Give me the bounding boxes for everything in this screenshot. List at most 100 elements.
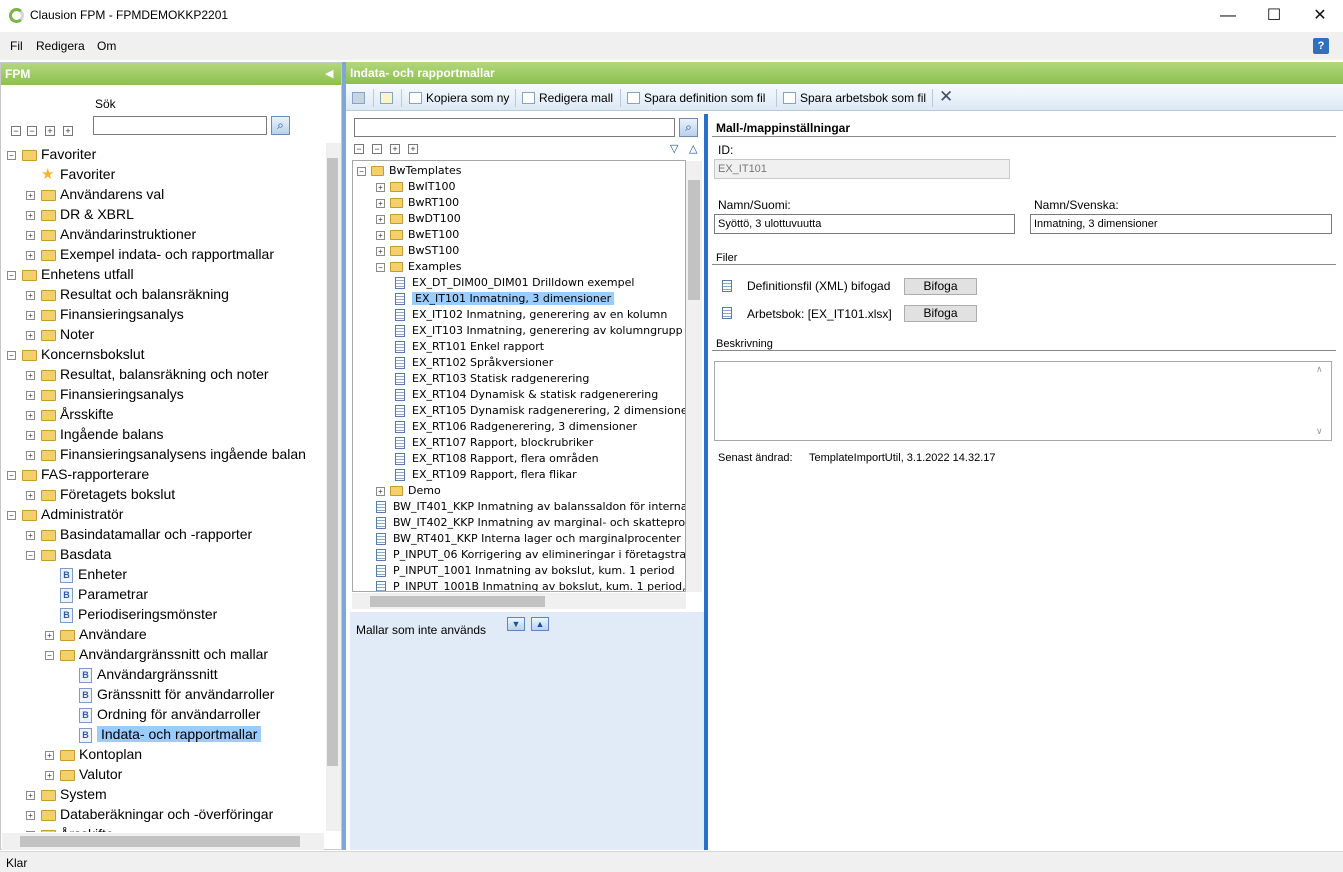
collapse-unused-icon[interactable]: ▲ [531,617,549,631]
nav-tree-item[interactable]: − Koncernsbokslut [7,344,145,364]
attach-definition-button[interactable]: Bifoga [904,278,977,295]
nav-tree-item[interactable]: B Parametrar [45,584,148,604]
save-definition-button[interactable]: Spara definition som fil [627,91,765,105]
sort-down-icon[interactable]: ▽ [670,142,678,155]
nav-tree-item[interactable]: B Enheter [45,564,127,584]
close-button[interactable]: ✕ [1297,0,1343,32]
expand-icon[interactable]: + [26,810,35,820]
expand-icon[interactable]: + [26,210,35,220]
template-tree-item[interactable]: BW_IT401_KKP Inmatning av balanssaldon f… [376,499,685,515]
nav-tree-item[interactable]: + Företagets bokslut [26,484,175,504]
collapse-panel-icon[interactable]: ◀ [325,67,333,80]
left-search-button[interactable]: ⌕ [271,116,290,135]
nav-tree-item[interactable]: ★ Favoriter [26,164,115,184]
template-tree-item[interactable]: EX_DT_DIM00_DIM01 Drilldown exempel [395,275,634,291]
template-tree-item[interactable]: EX_RT104 Dynamisk & statisk radgenererin… [395,387,658,403]
edit-template-button[interactable]: Redigera mall [522,91,613,105]
left-vertical-scroll-thumb[interactable] [327,158,338,766]
sort-up-icon[interactable]: △ [689,142,697,155]
expand-icon[interactable]: + [376,198,385,208]
collapse-level-icon[interactable]: − [27,126,37,136]
nav-tree-item[interactable]: + Databeräkningar och -överföringar [26,804,273,824]
template-tree-item[interactable]: + Demo [376,483,441,499]
template-tree-item[interactable]: P_INPUT_1001 Inmatning av bokslut, kum. … [376,563,675,579]
expand-icon[interactable]: + [26,430,35,440]
left-search-input[interactable] [93,116,267,135]
expand-icon[interactable]: + [26,450,35,460]
nav-tree-item[interactable]: + Resultat, balansräkning och noter [26,364,269,384]
nav-tree-item[interactable]: − FAS-rapporterare [7,464,149,484]
template-search-button[interactable]: ⌕ [679,118,698,137]
expand-icon[interactable]: + [376,246,385,256]
template-tree-item[interactable]: + BwST100 [376,243,459,259]
mid-expand-all-icon[interactable]: + [408,144,418,154]
mid-collapse-all-icon[interactable]: − [354,144,364,154]
collapse-icon[interactable]: − [7,510,16,520]
expand-icon[interactable]: + [376,182,385,192]
save-icon[interactable] [352,91,369,105]
expand-icon[interactable]: + [45,770,54,780]
nav-tree-item[interactable]: − Administratör [7,504,123,524]
nav-tree-item[interactable]: B Gränssnitt för användarroller [64,684,274,704]
expand-icon[interactable]: + [26,250,35,260]
collapse-icon[interactable]: − [7,150,16,160]
expand-unused-icon[interactable]: ▼ [507,617,525,631]
expand-icon[interactable]: + [376,214,385,224]
save-workbook-button[interactable]: Spara arbetsbok som fil [783,91,926,105]
expand-icon[interactable]: + [376,486,385,496]
expand-icon[interactable]: + [26,410,35,420]
collapse-all-icon[interactable]: − [11,126,21,136]
template-tree-item[interactable]: + BwIT100 [376,179,456,195]
template-tree-item[interactable]: EX_IT103 Inmatning, generering av kolumn… [395,323,683,339]
template-tree-item[interactable]: + BwDT100 [376,211,461,227]
expand-icon[interactable]: + [26,790,35,800]
expand-all-icon[interactable]: + [63,126,73,136]
template-tree-item[interactable]: EX_RT105 Dynamisk radgenerering, 2 dimen… [395,403,685,419]
template-tree-item[interactable]: EX_IT101 Inmatning, 3 dimensioner [395,291,615,307]
expand-icon[interactable]: + [376,230,385,240]
expand-icon[interactable]: + [26,290,35,300]
collapse-icon[interactable]: − [7,270,16,280]
collapse-icon[interactable]: − [376,262,385,272]
nav-tree-item[interactable]: + Valutor [45,764,122,784]
nav-tree-item[interactable]: + Resultat och balansräkning [26,284,229,304]
expand-icon[interactable]: + [26,530,35,540]
template-tree-item[interactable]: P_INPUT_1001B Inmatning av bokslut, kum.… [376,579,685,591]
template-tree-item[interactable]: EX_RT107 Rapport, blockrubriker [395,435,593,451]
expand-icon[interactable]: + [26,830,35,832]
nav-tree-item[interactable]: + Årsskifte [26,404,114,424]
textarea-scroll-up-icon[interactable]: ∧ [1316,364,1323,375]
expand-icon[interactable]: + [26,370,35,380]
copy-as-new-button[interactable]: Kopiera som ny [409,91,509,105]
delete-icon[interactable]: ✕ [939,87,953,107]
description-textarea[interactable] [714,361,1332,441]
template-tree-item[interactable]: + BwET100 [376,227,459,243]
nav-tree-item[interactable]: − Favoriter [7,144,96,164]
expand-level-icon[interactable]: + [45,126,55,136]
expand-icon[interactable]: + [26,330,35,340]
template-tree-item[interactable]: EX_RT102 Språkversioner [395,355,553,371]
nav-tree-item[interactable]: − Basdata [26,544,111,564]
template-tree-item[interactable]: EX_IT102 Inmatning, generering av en kol… [395,307,667,323]
nav-tree-item[interactable]: + Ingående balans [26,424,164,444]
name-sv-field[interactable]: Inmatning, 3 dimensioner [1030,214,1332,234]
nav-tree-item[interactable]: + Användarens val [26,184,164,204]
expand-icon[interactable]: + [45,630,54,640]
expand-icon[interactable]: + [26,310,35,320]
expand-icon[interactable]: + [26,490,35,500]
template-tree-item[interactable]: EX_RT109 Rapport, flera flikar [395,467,577,483]
mid-collapse-level-icon[interactable]: − [372,144,382,154]
menu-om[interactable]: Om [97,39,116,53]
nav-tree-item[interactable]: + System [26,784,107,804]
template-tree-item[interactable]: EX_RT103 Statisk radgenerering [395,371,589,387]
expand-icon[interactable]: + [26,230,35,240]
nav-tree-item[interactable]: + Exempel indata- och rapportmallar [26,244,274,264]
expand-icon[interactable]: + [26,190,35,200]
template-tree-item[interactable]: − BwTemplates [357,163,461,179]
expand-icon[interactable]: + [45,750,54,760]
nav-tree-item[interactable]: B Indata- och rapportmallar [64,724,262,744]
maximize-button[interactable]: ☐ [1251,0,1297,32]
nav-tree-item[interactable]: − Användargränssnitt och mallar [45,644,268,664]
template-vertical-scroll-thumb[interactable] [688,180,700,300]
template-tree-item[interactable]: EX_RT101 Enkel rapport [395,339,544,355]
